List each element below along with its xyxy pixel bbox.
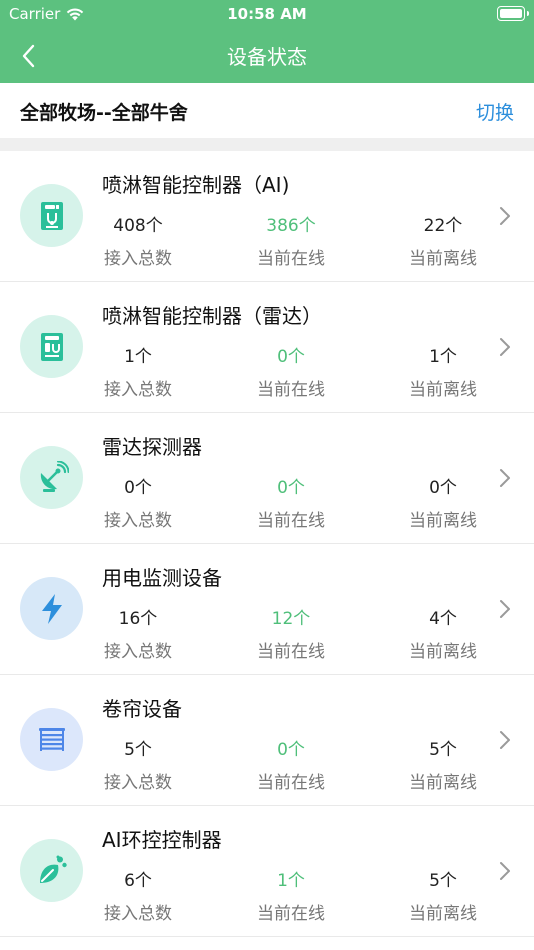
navigation-bar: 设备状态 [0, 28, 534, 83]
online-count-label: 当前在线 [257, 773, 325, 793]
total-count-stat: 0个 接入总数 [83, 473, 193, 531]
offline-count-value: 4个 [429, 609, 457, 629]
device-row-sprinkler-ai[interactable]: 喷淋智能控制器（AI) 408个 接入总数 386个 当前在线 22个 当前离线 [0, 151, 534, 282]
device-row-ai-environment-controller[interactable]: AI环控控制器 6个 接入总数 1个 当前在线 5个 当前离线 [0, 806, 534, 937]
device-row-power-monitor[interactable]: 用电监测设备 16个 接入总数 12个 当前在线 4个 当前离线 [0, 544, 534, 675]
online-count-stat: 0个 当前在线 [236, 473, 346, 531]
switch-filter-button[interactable]: 切换 [476, 98, 514, 125]
online-count-label: 当前在线 [257, 380, 325, 400]
device-name: 喷淋智能控制器（雷达） [102, 304, 322, 328]
chevron-right-icon [500, 862, 510, 880]
online-count-value: 12个 [271, 609, 311, 629]
total-count-label: 接入总数 [104, 773, 172, 793]
section-divider [0, 138, 534, 151]
offline-count-value: 1个 [429, 347, 457, 367]
offline-count-stat: 5个 当前离线 [388, 866, 498, 924]
online-count-label: 当前在线 [257, 511, 325, 531]
device-name: 用电监测设备 [102, 566, 222, 590]
online-count-value: 0个 [277, 478, 305, 498]
device-name: AI环控控制器 [102, 828, 222, 852]
total-count-value: 1个 [124, 347, 152, 367]
total-count-value: 6个 [124, 871, 152, 891]
online-count-value: 0个 [277, 740, 305, 760]
total-count-value: 408个 [113, 216, 163, 236]
offline-count-stat: 0个 当前离线 [388, 473, 498, 531]
total-count-stat: 1个 接入总数 [83, 342, 193, 400]
online-count-value: 0个 [277, 347, 305, 367]
online-count-stat: 1个 当前在线 [236, 866, 346, 924]
offline-count-label: 当前离线 [409, 380, 477, 400]
sprinkler-controller-icon [20, 184, 83, 247]
total-count-stat: 16个 接入总数 [83, 604, 193, 662]
online-count-value: 1个 [277, 871, 305, 891]
chevron-right-icon [500, 731, 510, 749]
chevron-right-icon [500, 600, 510, 618]
battery-icon [497, 6, 529, 21]
total-count-label: 接入总数 [104, 642, 172, 662]
device-list: 喷淋智能控制器（AI) 408个 接入总数 386个 当前在线 22个 当前离线 [0, 151, 534, 937]
offline-count-value: 0个 [429, 478, 457, 498]
offline-count-label: 当前离线 [409, 511, 477, 531]
total-count-stat: 408个 接入总数 [83, 211, 193, 269]
chevron-right-icon [500, 338, 510, 356]
offline-count-value: 22个 [423, 216, 463, 236]
total-count-stat: 5个 接入总数 [83, 735, 193, 793]
total-count-label: 接入总数 [104, 904, 172, 924]
status-bar: Carrier 10:58 AM [0, 0, 534, 28]
online-count-value: 386个 [266, 216, 316, 236]
chevron-right-icon [500, 207, 510, 225]
offline-count-stat: 4个 当前离线 [388, 604, 498, 662]
radar-dish-icon [20, 446, 83, 509]
online-count-stat: 0个 当前在线 [236, 342, 346, 400]
offline-count-label: 当前离线 [409, 904, 477, 924]
offline-count-value: 5个 [429, 871, 457, 891]
farm-barn-filter-label: 全部牧场--全部牛舍 [20, 102, 188, 124]
online-count-stat: 12个 当前在线 [236, 604, 346, 662]
total-count-stat: 6个 接入总数 [83, 866, 193, 924]
total-count-label: 接入总数 [104, 380, 172, 400]
online-count-label: 当前在线 [257, 642, 325, 662]
offline-count-stat: 5个 当前离线 [388, 735, 498, 793]
offline-count-label: 当前离线 [409, 249, 477, 269]
device-name: 卷帘设备 [102, 697, 182, 721]
lightning-icon [20, 577, 83, 640]
offline-count-value: 5个 [429, 740, 457, 760]
total-count-label: 接入总数 [104, 511, 172, 531]
offline-count-stat: 1个 当前离线 [388, 342, 498, 400]
total-count-value: 5个 [124, 740, 152, 760]
device-name: 喷淋智能控制器（AI) [102, 173, 290, 197]
device-row-sprinkler-radar[interactable]: 喷淋智能控制器（雷达） 1个 接入总数 0个 当前在线 1个 当前离线 [0, 282, 534, 413]
leaf-environment-icon [20, 839, 83, 902]
total-count-value: 0个 [124, 478, 152, 498]
device-row-roller-blind[interactable]: 卷帘设备 5个 接入总数 0个 当前在线 5个 当前离线 [0, 675, 534, 806]
device-row-radar-detector[interactable]: 雷达探测器 0个 接入总数 0个 当前在线 0个 当前离线 [0, 413, 534, 544]
filter-bar: 全部牧场--全部牛舍 切换 [0, 83, 534, 138]
total-count-value: 16个 [118, 609, 158, 629]
roller-blind-icon [20, 708, 83, 771]
online-count-stat: 0个 当前在线 [236, 735, 346, 793]
offline-count-label: 当前离线 [409, 642, 477, 662]
online-count-stat: 386个 当前在线 [236, 211, 346, 269]
total-count-label: 接入总数 [104, 249, 172, 269]
chevron-right-icon [500, 469, 510, 487]
header: Carrier 10:58 AM 设备状态 [0, 0, 534, 83]
clock: 10:58 AM [227, 5, 307, 23]
online-count-label: 当前在线 [257, 249, 325, 269]
offline-count-label: 当前离线 [409, 773, 477, 793]
online-count-label: 当前在线 [257, 904, 325, 924]
offline-count-stat: 22个 当前离线 [388, 211, 498, 269]
page-title: 设备状态 [227, 45, 307, 69]
sprinkler-radar-controller-icon [20, 315, 83, 378]
device-name: 雷达探测器 [102, 435, 202, 459]
